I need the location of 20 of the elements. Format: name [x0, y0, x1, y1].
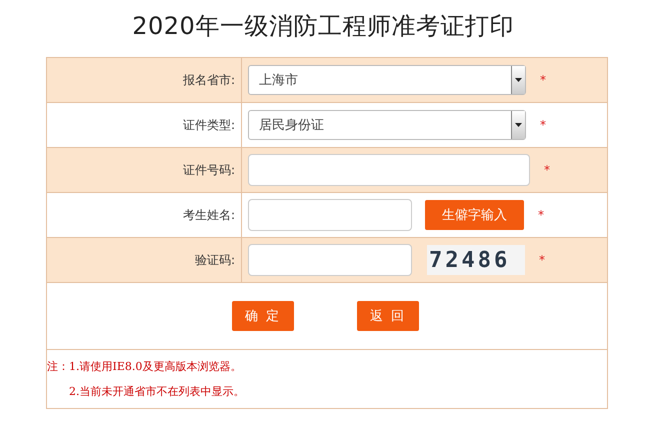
captcha-image[interactable]: 72486 [427, 245, 525, 275]
note-prefix: 注： [47, 359, 69, 374]
field-label: 报名省市: [182, 72, 235, 88]
input-field[interactable] [248, 199, 412, 231]
note-text: 2.当前未开通省市不在列表中显示。 [69, 384, 244, 399]
required-mark: * [540, 73, 546, 87]
field-label: 证件号码: [182, 162, 235, 178]
field-label: 证件类型: [182, 116, 235, 134]
field-label: 验证码: [194, 252, 235, 268]
input-field[interactable] [248, 154, 530, 186]
dropdown[interactable]: 居民身份证 [248, 110, 526, 140]
field-label: 考生姓名: [182, 206, 235, 224]
required-mark: * [538, 208, 544, 222]
required-mark: * [540, 118, 546, 132]
required-mark: * [539, 253, 545, 267]
note-text: 1.请使用IE8.0及更高版本浏览器。 [69, 359, 242, 374]
dropdown[interactable]: 上海市 [248, 65, 526, 95]
input-field[interactable] [248, 244, 412, 276]
required-mark: * [544, 163, 550, 177]
page-title: 2020年一级消防工程师准考证打印 [131, 11, 515, 42]
